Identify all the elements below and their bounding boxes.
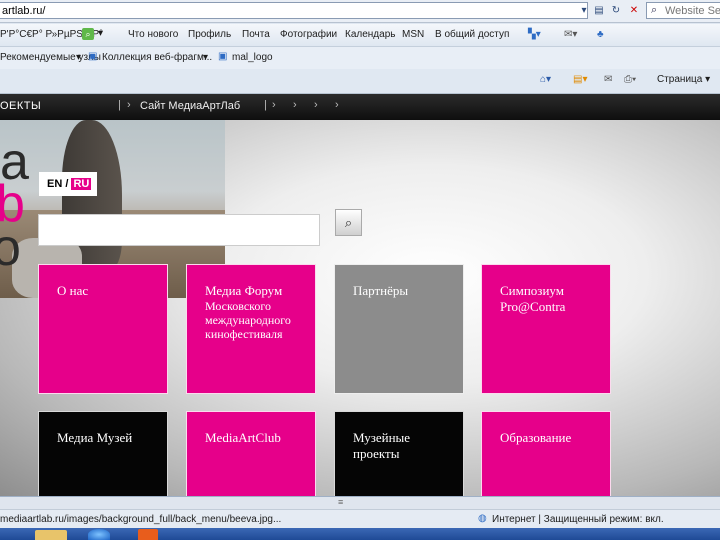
nav-arrow-icon: ›	[127, 99, 131, 111]
page-icon: ▣	[218, 51, 228, 62]
search-go-icon[interactable]: ⌕	[82, 28, 94, 40]
link-share[interactable]: В общий доступ	[435, 29, 509, 40]
lang-separator: /	[65, 178, 69, 190]
nav-separator: |	[264, 99, 267, 111]
site-nav-bar: ОЕКТЫ | › Сайт МедиаАртЛаб | › › › ›	[0, 94, 720, 120]
link-photos[interactable]: Фотографии	[280, 29, 337, 40]
scroll-grip-icon[interactable]: ≡	[338, 497, 343, 507]
compat-view-icon[interactable]: ▤	[591, 3, 607, 19]
page-menu-button[interactable]: Страница ▾	[657, 74, 710, 85]
link-mail[interactable]: Почта	[242, 29, 270, 40]
page-icon: ▣	[88, 51, 98, 62]
tile-title: Медиа Форум	[205, 283, 283, 298]
mail-icon[interactable]: ✉▾	[564, 29, 577, 40]
tile-about[interactable]: О нас	[38, 264, 168, 394]
nav-arrow-icon[interactable]: ›	[335, 99, 339, 111]
feeds-icon[interactable]: ▤▾	[573, 74, 587, 85]
nav-projects-label[interactable]: ОЕКТЫ	[0, 100, 41, 112]
fav-item-logo[interactable]: mal_logo	[232, 52, 273, 63]
favorites-bar: Рекомендуемые узлы ▾ ▣ Коллекция веб-фра…	[0, 47, 720, 69]
messenger-icon[interactable]: ▚▾	[528, 29, 541, 40]
tile-title: Симпозиум Pro@Contra	[500, 283, 566, 314]
tile-title: Образование	[500, 430, 572, 445]
people-icon[interactable]: ♣	[597, 29, 604, 40]
nav-separator: |	[118, 99, 121, 111]
page-menu-label: Страница	[657, 74, 703, 85]
command-bar: ⌂▾ ▤▾ ✉ ⎙▾ Страница ▾	[0, 69, 720, 94]
fav-item-webslices[interactable]: Коллекция веб-фрагм...	[102, 52, 212, 63]
tile-subtitle: Московского международного кинофестиваля	[205, 299, 291, 341]
tile-museum-projects[interactable]: Музейные проекты	[334, 411, 464, 496]
status-bar: ≡ mediaartlab.ru/images/background_full/…	[0, 496, 720, 529]
tile-media-forum[interactable]: Медиа Форум Московского международного к…	[186, 264, 316, 394]
status-url: mediaartlab.ru/images/background_full/ba…	[0, 514, 282, 525]
nav-link-medialab[interactable]: Сайт МедиаАртЛаб	[140, 100, 240, 112]
nav-arrow-icon[interactable]: ›	[293, 99, 297, 111]
search-icon[interactable]: ⌕	[651, 4, 657, 17]
print-icon[interactable]: ⎙▾	[624, 74, 636, 85]
logo-letter-o: o	[0, 219, 21, 277]
tile-symposium[interactable]: Симпозиум Pro@Contra	[481, 264, 611, 394]
read-mail-icon[interactable]: ✉	[604, 74, 612, 85]
url-input[interactable]: artlab.ru/	[0, 2, 588, 19]
link-profile[interactable]: Профиль	[188, 29, 231, 40]
media-app-icon[interactable]	[138, 529, 158, 540]
lang-ru-link[interactable]: RU	[71, 178, 92, 190]
globe-icon: ◍	[478, 513, 487, 524]
folder-icon[interactable]	[35, 530, 67, 540]
url-dropdown-icon[interactable]: ▾	[576, 3, 592, 19]
lang-en-link[interactable]: EN	[47, 178, 62, 190]
address-bar: artlab.ru/ ▾ ▤ ↻ ✕ Website Search ⌕	[0, 0, 720, 23]
security-zone[interactable]: Интернет | Защищенный режим: вкл.	[492, 514, 664, 525]
tile-title: Музейные проекты	[353, 430, 411, 461]
tile-title: Медиа Музей	[57, 430, 133, 445]
chevron-down-icon[interactable]: ▾	[203, 52, 208, 63]
refresh-icon[interactable]: ↻	[608, 3, 624, 19]
nav-arrow-icon[interactable]: ›	[272, 99, 276, 111]
fav-item-recommended[interactable]: Рекомендуемые узлы	[0, 52, 101, 63]
tile-education[interactable]: Образование	[481, 411, 611, 496]
tile-media-museum[interactable]: Медиа Музей	[38, 411, 168, 496]
links-toolbar: Р'Р°С€Р° Р»РµРЅС‚Р° ⌕ ▾ Что нового Профи…	[0, 24, 720, 47]
web-viewport: ОЕКТЫ | › Сайт МедиаАртЛаб | › › › › a b…	[0, 94, 720, 496]
tile-title: О нас	[57, 283, 89, 298]
nav-arrow-icon[interactable]: ›	[314, 99, 318, 111]
tile-mediaartclub[interactable]: MediaArtClub	[186, 411, 316, 496]
browser-icon[interactable]	[88, 529, 110, 540]
chevron-down-icon[interactable]: ▾	[98, 28, 103, 39]
tile-partners[interactable]: Партнёры	[334, 264, 464, 394]
home-icon[interactable]: ⌂▾	[540, 74, 551, 85]
site-search-button[interactable]: ⌕	[335, 209, 362, 236]
language-switcher: EN / RU	[39, 172, 97, 196]
link-calendar[interactable]: Календарь	[345, 29, 395, 40]
link-msn[interactable]: MSN	[402, 29, 424, 40]
tile-title: MediaArtClub	[205, 430, 281, 445]
taskbar	[0, 528, 720, 540]
tile-title: Партнёры	[353, 283, 409, 298]
link-whats-new[interactable]: Что нового	[128, 29, 178, 40]
site-search-input[interactable]	[38, 214, 320, 246]
horizontal-scrollbar[interactable]: ≡	[0, 497, 720, 510]
stop-icon[interactable]: ✕	[626, 3, 642, 19]
chevron-down-icon[interactable]: ▾	[76, 52, 81, 63]
